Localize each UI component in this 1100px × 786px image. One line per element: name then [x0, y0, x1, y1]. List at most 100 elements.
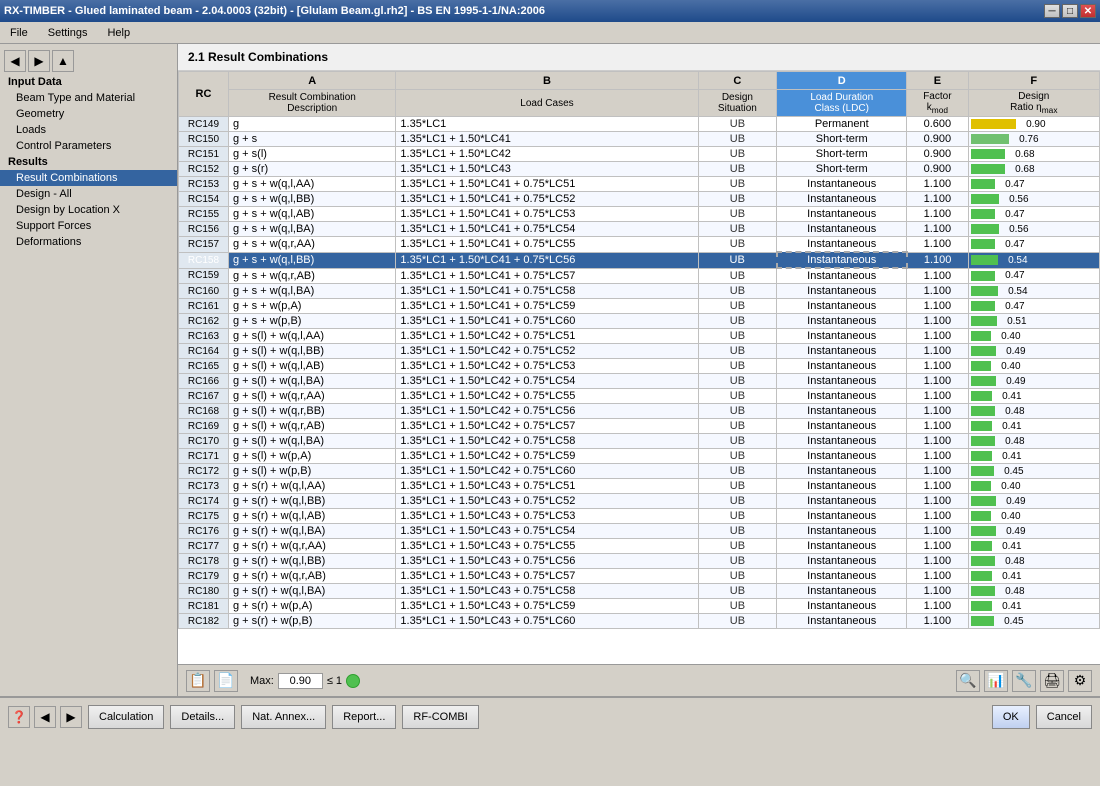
- sidebar-item-beam-type[interactable]: Beam Type and Material: [0, 90, 177, 106]
- cell-kmod: 0.900: [907, 147, 968, 162]
- report-button[interactable]: Report...: [332, 705, 396, 729]
- table-row[interactable]: RC153g + s + w(q,l,AA)1.35*LC1 + 1.50*LC…: [179, 177, 1100, 192]
- table-row[interactable]: RC160g + s + w(q,l,BA)1.35*LC1 + 1.50*LC…: [179, 284, 1100, 299]
- sidebar-item-support-forces[interactable]: Support Forces: [0, 218, 177, 234]
- cell-ldc: Instantaneous: [777, 359, 907, 374]
- filter-icon[interactable]: 🔧: [1012, 670, 1036, 692]
- table-row[interactable]: RC152g + s(r)1.35*LC1 + 1.50*LC43UBShort…: [179, 162, 1100, 177]
- cancel-button[interactable]: Cancel: [1036, 705, 1092, 729]
- page-back-icon[interactable]: ❓: [8, 706, 30, 728]
- table-row[interactable]: RC174g + s(r) + w(q,l,BB)1.35*LC1 + 1.50…: [179, 494, 1100, 509]
- cell-design-ratio: 0.54: [968, 284, 1099, 299]
- cell-description: g + s(r) + w(q,l,AB): [229, 509, 396, 524]
- cell-design-situation: UB: [698, 237, 777, 253]
- menu-settings[interactable]: Settings: [42, 25, 94, 41]
- cell-load-cases: 1.35*LC1 + 1.50*LC42 + 0.75*LC53: [396, 359, 698, 374]
- cell-design-ratio: 0.41: [968, 569, 1099, 584]
- nav-forward-icon[interactable]: ▶: [28, 50, 50, 72]
- sidebar-item-loads[interactable]: Loads: [0, 122, 177, 138]
- table-row[interactable]: RC170g + s(l) + w(q,l,BA)1.35*LC1 + 1.50…: [179, 434, 1100, 449]
- ok-button[interactable]: OK: [992, 705, 1030, 729]
- cell-ldc: Instantaneous: [777, 389, 907, 404]
- table-row[interactable]: RC164g + s(l) + w(q,l,BB)1.35*LC1 + 1.50…: [179, 344, 1100, 359]
- table-row[interactable]: RC182g + s(r) + w(p,B)1.35*LC1 + 1.50*LC…: [179, 614, 1100, 629]
- menu-help[interactable]: Help: [101, 25, 136, 41]
- cell-description: g + s + w(q,l,BB): [229, 192, 396, 207]
- table-row[interactable]: RC158g + s + w(q,l,BB)1.35*LC1 + 1.50*LC…: [179, 252, 1100, 268]
- table-row[interactable]: RC165g + s(l) + w(q,l,AB)1.35*LC1 + 1.50…: [179, 359, 1100, 374]
- copy-icon[interactable]: 📄: [214, 670, 238, 692]
- nat-annex-button[interactable]: Nat. Annex...: [241, 705, 326, 729]
- settings-icon[interactable]: ⚙: [1068, 670, 1092, 692]
- table-row[interactable]: RC149g1.35*LC1UBPermanent0.6000.90: [179, 117, 1100, 132]
- table-container[interactable]: RC A B C D E F Result CombinationDescrip…: [178, 71, 1100, 664]
- nav-up-icon[interactable]: ▲: [52, 50, 74, 72]
- app-title: RX-TIMBER - Glued laminated beam - 2.04.…: [4, 5, 545, 17]
- close-button[interactable]: ✕: [1080, 4, 1096, 18]
- table-row[interactable]: RC180g + s(r) + w(q,l,BA)1.35*LC1 + 1.50…: [179, 584, 1100, 599]
- table-row[interactable]: RC168g + s(l) + w(q,r,BB)1.35*LC1 + 1.50…: [179, 404, 1100, 419]
- cell-rc: RC181: [179, 599, 229, 614]
- cell-design-situation: UB: [698, 404, 777, 419]
- chart-icon[interactable]: 📊: [984, 670, 1008, 692]
- menu-file[interactable]: File: [4, 25, 34, 41]
- table-row[interactable]: RC157g + s + w(q,r,AA)1.35*LC1 + 1.50*LC…: [179, 237, 1100, 253]
- sidebar-item-design-all[interactable]: Design - All: [0, 186, 177, 202]
- table-row[interactable]: RC172g + s(l) + w(p,B)1.35*LC1 + 1.50*LC…: [179, 464, 1100, 479]
- cell-rc: RC180: [179, 584, 229, 599]
- table-row[interactable]: RC175g + s(r) + w(q,l,AB)1.35*LC1 + 1.50…: [179, 509, 1100, 524]
- table-row[interactable]: RC178g + s(r) + w(q,l,BB)1.35*LC1 + 1.50…: [179, 554, 1100, 569]
- main-container: ◀ ▶ ▲ Input Data Beam Type and Material …: [0, 44, 1100, 696]
- details-button[interactable]: Details...: [170, 705, 235, 729]
- page-home-icon[interactable]: ▶: [60, 706, 82, 728]
- cell-description: g + s: [229, 132, 396, 147]
- table-row[interactable]: RC181g + s(r) + w(p,A)1.35*LC1 + 1.50*LC…: [179, 599, 1100, 614]
- col-subheader-c: DesignSituation: [698, 90, 777, 117]
- table-row[interactable]: RC171g + s(l) + w(p,A)1.35*LC1 + 1.50*LC…: [179, 449, 1100, 464]
- cell-ldc: Instantaneous: [777, 374, 907, 389]
- view-icon[interactable]: 🔍: [956, 670, 980, 692]
- table-row[interactable]: RC166g + s(l) + w(q,l,BA)1.35*LC1 + 1.50…: [179, 374, 1100, 389]
- minimize-button[interactable]: ─: [1044, 4, 1060, 18]
- table-row[interactable]: RC177g + s(r) + w(q,r,AA)1.35*LC1 + 1.50…: [179, 539, 1100, 554]
- page-fwd-icon[interactable]: ◀: [34, 706, 56, 728]
- table-row[interactable]: RC154g + s + w(q,l,BB)1.35*LC1 + 1.50*LC…: [179, 192, 1100, 207]
- cell-ldc: Instantaneous: [777, 268, 907, 284]
- export-icon[interactable]: 📋: [186, 670, 210, 692]
- rf-combi-button[interactable]: RF-COMBI: [402, 705, 478, 729]
- calculation-button[interactable]: Calculation: [88, 705, 164, 729]
- cell-load-cases: 1.35*LC1 + 1.50*LC42 + 0.75*LC54: [396, 374, 698, 389]
- table-row[interactable]: RC169g + s(l) + w(q,r,AB)1.35*LC1 + 1.50…: [179, 419, 1100, 434]
- col-header-f-label: F: [968, 72, 1099, 90]
- sidebar-item-result-combinations[interactable]: Result Combinations: [0, 170, 177, 186]
- cell-rc: RC174: [179, 494, 229, 509]
- cell-ldc: Short-term: [777, 147, 907, 162]
- sidebar-item-geometry[interactable]: Geometry: [0, 106, 177, 122]
- title-bar: RX-TIMBER - Glued laminated beam - 2.04.…: [0, 0, 1100, 22]
- sidebar-item-design-by-location[interactable]: Design by Location X: [0, 202, 177, 218]
- cell-description: g + s(l) + w(p,B): [229, 464, 396, 479]
- table-row[interactable]: RC163g + s(l) + w(q,l,AA)1.35*LC1 + 1.50…: [179, 329, 1100, 344]
- table-row[interactable]: RC150g + s1.35*LC1 + 1.50*LC41UBShort-te…: [179, 132, 1100, 147]
- cell-kmod: 0.900: [907, 132, 968, 147]
- table-row[interactable]: RC151g + s(l)1.35*LC1 + 1.50*LC42UBShort…: [179, 147, 1100, 162]
- table-row[interactable]: RC156g + s + w(q,l,BA)1.35*LC1 + 1.50*LC…: [179, 222, 1100, 237]
- table-row[interactable]: RC155g + s + w(q,l,AB)1.35*LC1 + 1.50*LC…: [179, 207, 1100, 222]
- sidebar-item-control-params[interactable]: Control Parameters: [0, 138, 177, 154]
- table-row[interactable]: RC167g + s(l) + w(q,r,AA)1.35*LC1 + 1.50…: [179, 389, 1100, 404]
- table-row[interactable]: RC176g + s(r) + w(q,l,BA)1.35*LC1 + 1.50…: [179, 524, 1100, 539]
- table-row[interactable]: RC162g + s + w(p,B)1.35*LC1 + 1.50*LC41 …: [179, 314, 1100, 329]
- sidebar-item-deformations[interactable]: Deformations: [0, 234, 177, 250]
- cell-kmod: 1.100: [907, 329, 968, 344]
- maximize-button[interactable]: □: [1062, 4, 1078, 18]
- table-row[interactable]: RC161g + s + w(p,A)1.35*LC1 + 1.50*LC41 …: [179, 299, 1100, 314]
- print-icon[interactable]: 🖨: [1040, 670, 1064, 692]
- table-row[interactable]: RC159g + s + w(q,r,AB)1.35*LC1 + 1.50*LC…: [179, 268, 1100, 284]
- max-value-input[interactable]: [278, 673, 323, 689]
- cell-rc: RC169: [179, 419, 229, 434]
- table-row[interactable]: RC179g + s(r) + w(q,r,AB)1.35*LC1 + 1.50…: [179, 569, 1100, 584]
- cell-design-situation: UB: [698, 389, 777, 404]
- table-row[interactable]: RC173g + s(r) + w(q,l,AA)1.35*LC1 + 1.50…: [179, 479, 1100, 494]
- nav-back-icon[interactable]: ◀: [4, 50, 26, 72]
- cell-load-cases: 1.35*LC1 + 1.50*LC42 + 0.75*LC55: [396, 389, 698, 404]
